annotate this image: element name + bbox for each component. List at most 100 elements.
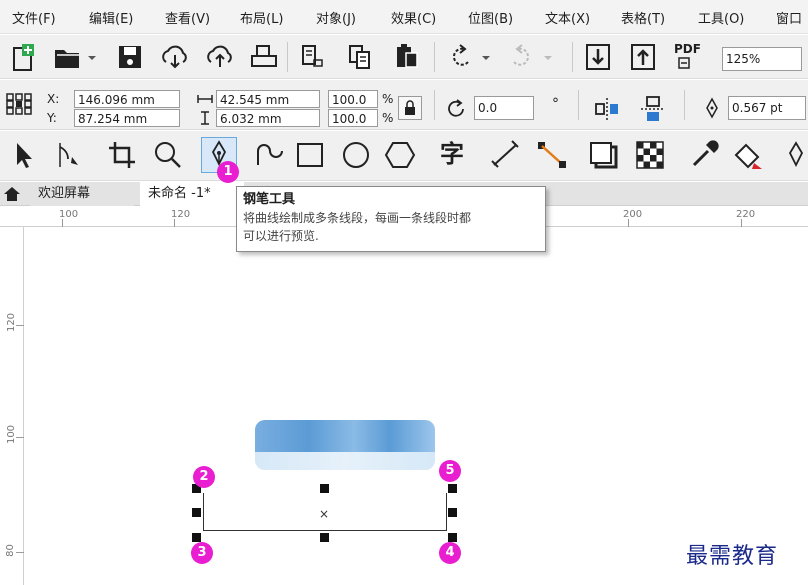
rectangle-tool-icon[interactable] bbox=[292, 137, 328, 173]
menu-layout[interactable]: 布局(L) bbox=[240, 8, 283, 27]
tooltip-line: 可以进行预览. bbox=[243, 229, 319, 243]
rotation-icon bbox=[443, 96, 469, 122]
annotation-badge: 5 bbox=[439, 460, 461, 482]
ruler-label: 120 bbox=[6, 312, 18, 333]
drop-shadow-tool-icon[interactable] bbox=[586, 137, 622, 173]
percent-y-label: % bbox=[382, 111, 394, 125]
zoom-tool-icon[interactable] bbox=[150, 137, 186, 173]
ruler-tick bbox=[741, 219, 742, 227]
ruler-label: 80 bbox=[4, 544, 16, 557]
menu-bitmap[interactable]: 位图(B) bbox=[468, 8, 513, 27]
export-pdf-icon[interactable]: PDF bbox=[670, 40, 704, 74]
pick-tool-icon[interactable] bbox=[6, 137, 42, 173]
annotation-badge: 1 bbox=[217, 161, 239, 183]
selection-handle[interactable] bbox=[448, 533, 457, 542]
connector-tool-icon[interactable] bbox=[534, 137, 570, 173]
text-tool-icon[interactable]: 字 bbox=[434, 137, 470, 173]
menu-tools[interactable]: 工具(O) bbox=[698, 8, 744, 27]
undo-icon[interactable] bbox=[444, 40, 478, 74]
selection-handle[interactable] bbox=[448, 508, 457, 517]
ruler-tick bbox=[62, 219, 63, 227]
tab-welcome-screen[interactable]: 欢迎屏幕 bbox=[30, 182, 134, 206]
watermark-text: 最需教育 bbox=[686, 544, 779, 569]
menu-edit[interactable]: 编辑(E) bbox=[89, 8, 133, 27]
menu-bar: 文件(F) 编辑(E) 查看(V) 布局(L) 对象(J) 效果(C) 位图(B… bbox=[0, 0, 808, 34]
selection-handle[interactable] bbox=[192, 533, 201, 542]
tab-untitled-document[interactable]: 未命名 -1* bbox=[140, 182, 244, 206]
crop-tool-icon[interactable] bbox=[104, 137, 140, 173]
scale-y-field[interactable]: 100.0 bbox=[328, 109, 378, 127]
scale-x-field[interactable]: 100.0 bbox=[328, 90, 378, 108]
menu-table[interactable]: 表格(T) bbox=[621, 8, 665, 27]
height-icon bbox=[196, 110, 214, 126]
copy-icon[interactable] bbox=[343, 40, 377, 74]
home-icon[interactable] bbox=[2, 185, 22, 203]
menu-text[interactable]: 文本(X) bbox=[545, 8, 590, 27]
ruler-tick bbox=[628, 219, 629, 227]
outline-width-field[interactable]: 0.567 pt bbox=[728, 96, 806, 120]
toolbar-separator bbox=[434, 42, 435, 72]
tooltip-title: 钢笔工具 bbox=[243, 192, 296, 207]
open-dropdown-icon[interactable] bbox=[84, 40, 100, 74]
menu-object[interactable]: 对象(J) bbox=[316, 8, 356, 27]
tooltip-line: 将曲线绘制成多条线段，每画一条线段时都 bbox=[243, 211, 472, 225]
import-icon[interactable] bbox=[296, 40, 330, 74]
redo-icon[interactable] bbox=[504, 40, 538, 74]
export-up-icon[interactable] bbox=[626, 40, 660, 74]
mirror-vertical-icon[interactable] bbox=[636, 92, 670, 126]
interactive-fill-tool-icon[interactable] bbox=[730, 137, 766, 173]
drawing-canvas[interactable] bbox=[24, 227, 808, 585]
selection-handle[interactable] bbox=[448, 484, 457, 493]
bspline-tool-icon[interactable] bbox=[250, 137, 286, 173]
menu-effects[interactable]: 效果(C) bbox=[391, 8, 436, 27]
vertical-ruler[interactable]: 120 100 80 bbox=[0, 227, 24, 585]
polygon-tool-icon[interactable] bbox=[382, 137, 418, 173]
width-field[interactable]: 42.545 mm bbox=[216, 90, 320, 108]
cloud-download-icon[interactable] bbox=[158, 40, 192, 74]
annotation-badge: 4 bbox=[439, 542, 461, 564]
undo-dropdown-icon[interactable] bbox=[478, 40, 494, 74]
import-down-icon[interactable] bbox=[581, 40, 615, 74]
toolbar-separator bbox=[684, 90, 685, 120]
new-document-icon[interactable] bbox=[6, 40, 40, 74]
ruler-tick bbox=[16, 325, 24, 326]
pixelated-text-block bbox=[255, 420, 435, 470]
print-icon[interactable] bbox=[247, 40, 281, 74]
selection-handle[interactable] bbox=[192, 508, 201, 517]
zoom-level-field[interactable]: 125% bbox=[722, 47, 802, 71]
smart-fill-tool-icon[interactable] bbox=[784, 137, 808, 173]
ellipse-tool-icon[interactable] bbox=[338, 137, 374, 173]
menu-view[interactable]: 查看(V) bbox=[165, 8, 210, 27]
selection-handle[interactable] bbox=[320, 484, 329, 493]
ruler-label: 200 bbox=[623, 209, 643, 220]
ruler-tick bbox=[174, 219, 175, 227]
transparency-tool-icon[interactable] bbox=[632, 137, 668, 173]
degree-label: ° bbox=[552, 96, 559, 112]
reference-point-icon[interactable] bbox=[4, 89, 34, 119]
toolbar-separator bbox=[434, 90, 435, 120]
redo-dropdown-icon[interactable] bbox=[540, 40, 556, 74]
cloud-upload-icon[interactable] bbox=[203, 40, 237, 74]
y-label: Y: bbox=[47, 111, 57, 125]
menu-window[interactable]: 窗口 bbox=[776, 8, 802, 27]
selection-handle[interactable] bbox=[320, 533, 329, 542]
toolbar-separator bbox=[287, 42, 288, 72]
paste-icon[interactable] bbox=[390, 40, 424, 74]
menu-file[interactable]: 文件(F) bbox=[12, 8, 56, 27]
height-field[interactable]: 6.032 mm bbox=[216, 109, 320, 127]
open-folder-icon[interactable] bbox=[50, 40, 84, 74]
center-marker-icon: × bbox=[319, 507, 330, 521]
y-position-field[interactable]: 87.254 mm bbox=[74, 109, 180, 127]
shape-tool-icon[interactable] bbox=[50, 137, 86, 173]
ruler-tick bbox=[16, 552, 24, 553]
lock-ratio-icon[interactable] bbox=[398, 96, 422, 120]
save-icon[interactable] bbox=[114, 40, 148, 74]
rotation-field[interactable]: 0.0 bbox=[474, 96, 534, 120]
dimension-tool-icon[interactable] bbox=[488, 137, 524, 173]
mirror-horizontal-icon[interactable] bbox=[590, 92, 624, 126]
x-position-field[interactable]: 146.096 mm bbox=[74, 90, 180, 108]
outline-pen-icon bbox=[700, 96, 724, 120]
eyedropper-tool-icon[interactable] bbox=[686, 137, 722, 173]
percent-x-label: % bbox=[382, 92, 394, 106]
x-label: X: bbox=[47, 92, 60, 106]
